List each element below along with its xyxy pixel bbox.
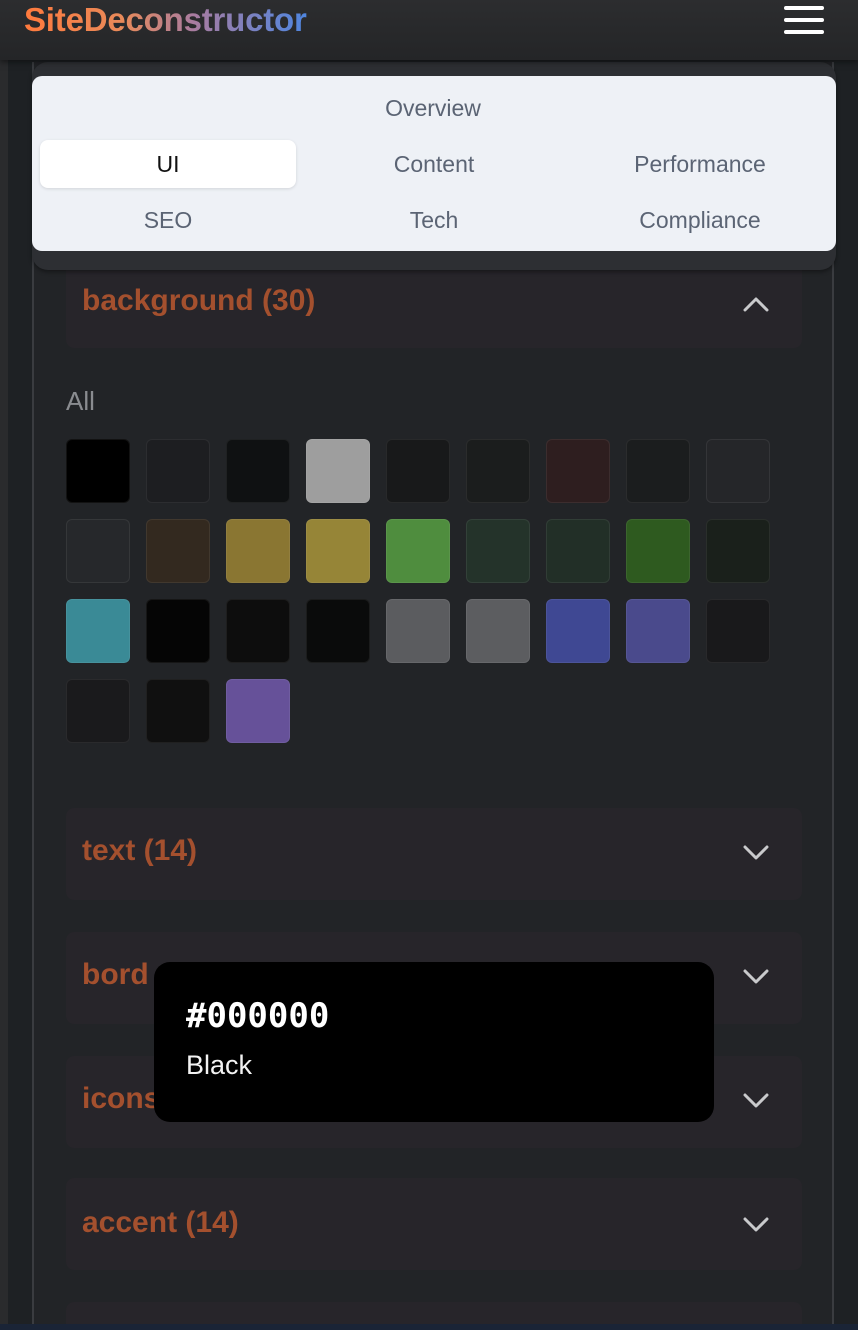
color-swatch[interactable]	[66, 599, 130, 663]
section-border-title: bord	[82, 958, 149, 991]
color-swatch[interactable]	[626, 599, 690, 663]
color-swatch[interactable]	[146, 679, 210, 743]
color-swatch[interactable]	[626, 439, 690, 503]
color-swatch[interactable]	[226, 599, 290, 663]
color-swatch[interactable]	[546, 519, 610, 583]
color-swatch[interactable]	[306, 439, 370, 503]
top-app-bar: SiteDeconstructor	[0, 0, 858, 60]
hamburger-menu-icon[interactable]	[784, 4, 824, 36]
section-accent-header[interactable]: accent (14)	[66, 1178, 802, 1270]
color-swatch[interactable]	[226, 519, 290, 583]
tab-tech[interactable]: Tech	[304, 196, 564, 244]
color-swatch[interactable]	[706, 519, 770, 583]
color-swatch[interactable]	[386, 599, 450, 663]
bottom-edge	[0, 1324, 858, 1330]
tab-ui[interactable]: UI	[40, 140, 296, 188]
color-swatch[interactable]	[546, 439, 610, 503]
section-next-header[interactable]	[66, 1302, 802, 1324]
tooltip-hex-value: #000000	[186, 996, 330, 1036]
page-edge	[0, 60, 8, 1330]
section-accent-title: accent (14)	[82, 1206, 239, 1239]
tab-seo[interactable]: SEO	[40, 196, 296, 244]
color-swatch[interactable]	[706, 599, 770, 663]
tab-content[interactable]: Content	[304, 140, 564, 188]
section-background-header[interactable]: background (30)	[66, 258, 802, 348]
tooltip-color-name: Black	[186, 1050, 253, 1080]
color-swatch[interactable]	[386, 439, 450, 503]
color-swatch[interactable]	[146, 599, 210, 663]
color-swatch[interactable]	[466, 599, 530, 663]
color-swatch[interactable]	[226, 439, 290, 503]
section-text-title: text (14)	[82, 834, 198, 867]
chevron-down-icon	[743, 1093, 769, 1108]
color-swatch[interactable]	[626, 519, 690, 583]
site-logo[interactable]: SiteDeconstructor	[24, 0, 307, 40]
chevron-up-icon	[743, 297, 769, 312]
color-swatch[interactable]	[306, 599, 370, 663]
section-icons-title: icons	[82, 1082, 161, 1115]
color-swatch[interactable]	[146, 519, 210, 583]
color-swatch[interactable]	[386, 519, 450, 583]
color-tooltip: #000000 Black	[154, 962, 714, 1122]
color-swatch[interactable]	[706, 439, 770, 503]
section-text-header[interactable]: text (14)	[66, 808, 802, 900]
analysis-tabs: Overview UI Content Performance SEO Tech…	[32, 76, 836, 251]
color-swatch[interactable]	[306, 519, 370, 583]
color-swatch[interactable]	[66, 439, 130, 503]
tab-compliance[interactable]: Compliance	[572, 196, 828, 244]
tab-performance[interactable]: Performance	[572, 140, 828, 188]
color-swatch[interactable]	[466, 519, 530, 583]
filter-all-label[interactable]: All	[66, 386, 95, 417]
color-swatch[interactable]	[66, 519, 130, 583]
color-swatch[interactable]	[66, 679, 130, 743]
color-swatch[interactable]	[226, 679, 290, 743]
chevron-down-icon	[743, 969, 769, 984]
color-swatch[interactable]	[146, 439, 210, 503]
color-swatch[interactable]	[546, 599, 610, 663]
color-swatch[interactable]	[466, 439, 530, 503]
section-background-title: background (30)	[82, 284, 316, 317]
chevron-down-icon	[743, 845, 769, 860]
tab-overview[interactable]: Overview	[298, 84, 568, 132]
chevron-down-icon	[743, 1217, 769, 1232]
